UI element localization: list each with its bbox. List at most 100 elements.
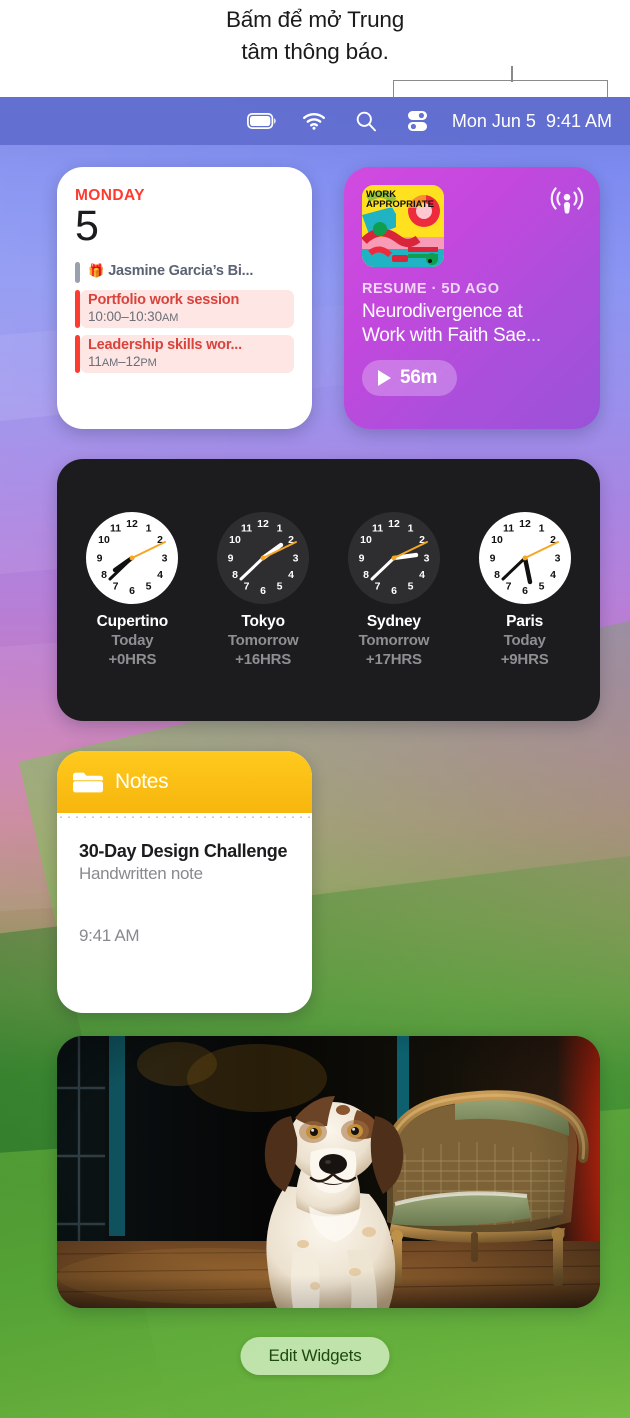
- calendar-event-row[interactable]: Portfolio work session 10:00–10:30AM: [75, 290, 294, 328]
- svg-text:5: 5: [407, 580, 413, 592]
- svg-text:7: 7: [374, 580, 380, 592]
- photos-widget[interactable]: [57, 1036, 600, 1308]
- svg-text:1: 1: [407, 522, 413, 534]
- svg-text:12: 12: [388, 518, 400, 530]
- svg-text:9: 9: [228, 552, 234, 564]
- svg-text:9: 9: [358, 552, 364, 564]
- clock-offset: +9HRS: [500, 650, 549, 668]
- podcast-episode-title: Neurodivergence at Work with Faith Sae..…: [362, 300, 582, 348]
- svg-text:6: 6: [391, 585, 397, 597]
- menu-bar-clock[interactable]: Mon Jun 5 9:41 AM: [444, 111, 616, 132]
- event-content: Portfolio work session 10:00–10:30AM: [80, 290, 294, 328]
- svg-text:4: 4: [157, 569, 163, 581]
- clock-relative-day: Tomorrow: [358, 631, 430, 649]
- clock-relative-day: Tomorrow: [227, 631, 299, 649]
- clock-cell-cupertino[interactable]: 12 1 2 345 678 9 10 11 Cupertino Today +0HRS: [73, 511, 191, 669]
- svg-text:9: 9: [489, 552, 495, 564]
- callout-text: Bấm để mở Trung tâm thông báo.: [0, 4, 630, 68]
- calendar-widget[interactable]: MONDAY 5 🎁 Jasmine Garcia’s Bi... Portfo…: [57, 167, 312, 429]
- menu-bar-time: 9:41 AM: [545, 110, 612, 131]
- svg-text:7: 7: [244, 580, 250, 592]
- svg-text:12: 12: [127, 518, 139, 530]
- battery-icon[interactable]: [236, 97, 288, 145]
- svg-text:11: 11: [503, 522, 514, 534]
- svg-text:4: 4: [419, 569, 425, 581]
- podcast-meta: RESUME · 5D AGO: [362, 281, 500, 297]
- calendar-event-row[interactable]: Leadership skills wor... 11AM–12PM: [75, 335, 294, 373]
- control-center-icon[interactable]: [392, 97, 444, 145]
- event-time: 10:00–10:30AM: [88, 309, 287, 324]
- clock-relative-day: Today: [111, 631, 154, 649]
- play-triangle-icon: [378, 370, 391, 386]
- note-timestamp: 9:41 AM: [79, 926, 140, 945]
- event-time-end: –12: [118, 354, 141, 369]
- menu-bar: Mon Jun 5 9:41 AM: [0, 97, 630, 145]
- svg-text:11: 11: [110, 522, 121, 534]
- clock-face: 12 1 2 345 678 9 10 11: [217, 511, 310, 604]
- clock-face: 12 1 2 345 678 9 10 11: [347, 511, 440, 604]
- svg-text:8: 8: [363, 569, 369, 581]
- svg-text:10: 10: [491, 534, 503, 546]
- event-time: 11AM–12PM: [88, 354, 287, 369]
- event-time-start-meridiem: AM: [101, 357, 119, 369]
- svg-text:1: 1: [146, 522, 152, 534]
- event-title: Jasmine Garcia’s Bi...: [108, 263, 254, 279]
- clock-city-name: Tokyo: [241, 612, 285, 630]
- svg-text:11: 11: [241, 522, 252, 534]
- svg-text:7: 7: [113, 580, 119, 592]
- svg-text:5: 5: [146, 580, 152, 592]
- calendar-event-list: 🎁 Jasmine Garcia’s Bi... Portfolio work …: [75, 262, 294, 373]
- clock-cell-tokyo[interactable]: 12 1 2 345 678 9 10 11 Tokyo Tomorrow +16HRS: [204, 511, 322, 669]
- svg-text:9: 9: [97, 552, 103, 564]
- callout-bracket: [393, 80, 608, 97]
- event-time-end-meridiem: PM: [140, 357, 157, 369]
- calendar-event-row[interactable]: 🎁 Jasmine Garcia’s Bi...: [75, 262, 294, 283]
- event-time-start: 11: [88, 354, 102, 369]
- svg-text:5: 5: [538, 580, 544, 592]
- svg-text:6: 6: [129, 585, 135, 597]
- svg-text:4: 4: [288, 569, 294, 581]
- svg-text:3: 3: [293, 552, 299, 564]
- clock-offset: +17HRS: [365, 650, 422, 668]
- svg-text:5: 5: [277, 580, 283, 592]
- edit-widgets-button[interactable]: Edit Widgets: [240, 1337, 390, 1375]
- podcasts-widget[interactable]: WORK APPROPRIATE RESUME · 5D AGO Neurodi…: [344, 167, 600, 429]
- svg-text:6: 6: [260, 585, 266, 597]
- clock-offset: +0HRS: [108, 650, 157, 668]
- world-clock-widget[interactable]: 12 1 2 345 678 9 10 11 Cupertino Today +0HRS: [57, 459, 600, 721]
- desktop: Mon Jun 5 9:41 AM MONDAY 5 🎁 Jasmine Gar…: [0, 97, 630, 1418]
- notes-widget[interactable]: Notes 30-Day Design Challenge Handwritte…: [57, 751, 312, 1013]
- notification-center-widgets: MONDAY 5 🎁 Jasmine Garcia’s Bi... Portfo…: [0, 145, 630, 1418]
- wifi-icon[interactable]: [288, 97, 340, 145]
- callout-line-2: tâm thông báo.: [241, 39, 389, 64]
- podcast-play-button[interactable]: 56m: [362, 360, 458, 396]
- svg-text:11: 11: [372, 522, 383, 534]
- podcast-duration: 56m: [400, 367, 438, 388]
- svg-text:10: 10: [360, 534, 372, 546]
- clock-city-name: Cupertino: [96, 612, 169, 630]
- clock-cell-sydney[interactable]: 12 1 2 345 678 9 10 11 Sydney Tomorrow +17HR…: [335, 511, 453, 669]
- svg-text:1: 1: [538, 522, 544, 534]
- svg-text:APPROPRIATE: APPROPRIATE: [366, 199, 434, 210]
- svg-text:4: 4: [550, 569, 556, 581]
- search-icon[interactable]: [340, 97, 392, 145]
- clock-relative-day: Today: [503, 631, 546, 649]
- podcasts-icon: [550, 185, 584, 219]
- svg-text:8: 8: [232, 569, 238, 581]
- svg-text:10: 10: [99, 534, 111, 546]
- note-title: 30-Day Design Challenge: [79, 841, 288, 861]
- svg-text:3: 3: [423, 552, 429, 564]
- svg-text:6: 6: [522, 585, 528, 597]
- event-title: Portfolio work session: [88, 292, 240, 308]
- notes-app-title: Notes: [115, 770, 169, 793]
- clock-cell-paris[interactable]: 12 1 2 345 678 9 10 11 Paris Today +9HRS: [466, 511, 584, 669]
- event-content: 🎁 Jasmine Garcia’s Bi...: [80, 262, 294, 283]
- callout-line-1: Bấm để mở Trung: [225, 7, 405, 32]
- svg-text:12: 12: [519, 518, 531, 530]
- notes-widget-header: Notes: [57, 751, 312, 813]
- photo-image: [57, 1036, 600, 1308]
- event-time-range: 10:00–10:30: [88, 309, 162, 324]
- gift-icon: 🎁: [88, 263, 105, 278]
- event-content: Leadership skills wor... 11AM–12PM: [80, 335, 294, 373]
- svg-text:1: 1: [277, 522, 283, 534]
